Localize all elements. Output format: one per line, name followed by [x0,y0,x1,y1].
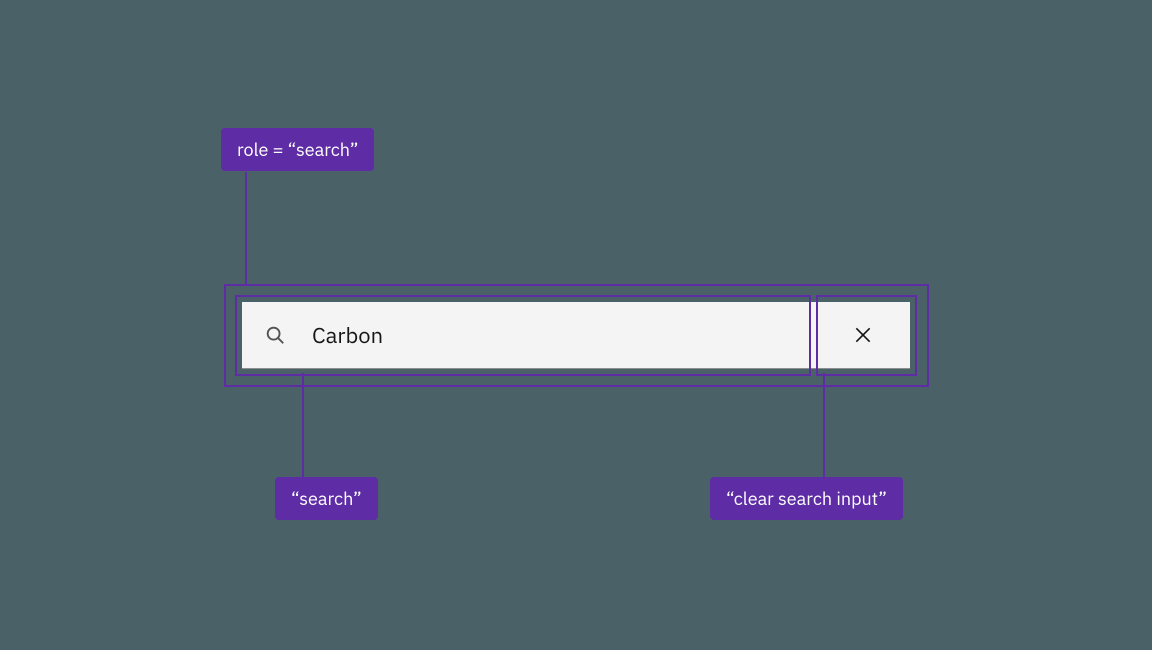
annotation-role-label: role = “search” [221,128,374,171]
connector-role-line [245,172,247,285]
diagram-canvas: role = “search” “search” “clear search i… [0,0,1152,650]
connector-search-line [302,373,304,477]
outline-clear-button [816,295,917,376]
annotation-search-label: “search” [275,477,378,520]
connector-clear-line [823,373,825,477]
annotation-clear-label: “clear search input” [710,477,903,520]
outline-search-input [235,295,811,376]
